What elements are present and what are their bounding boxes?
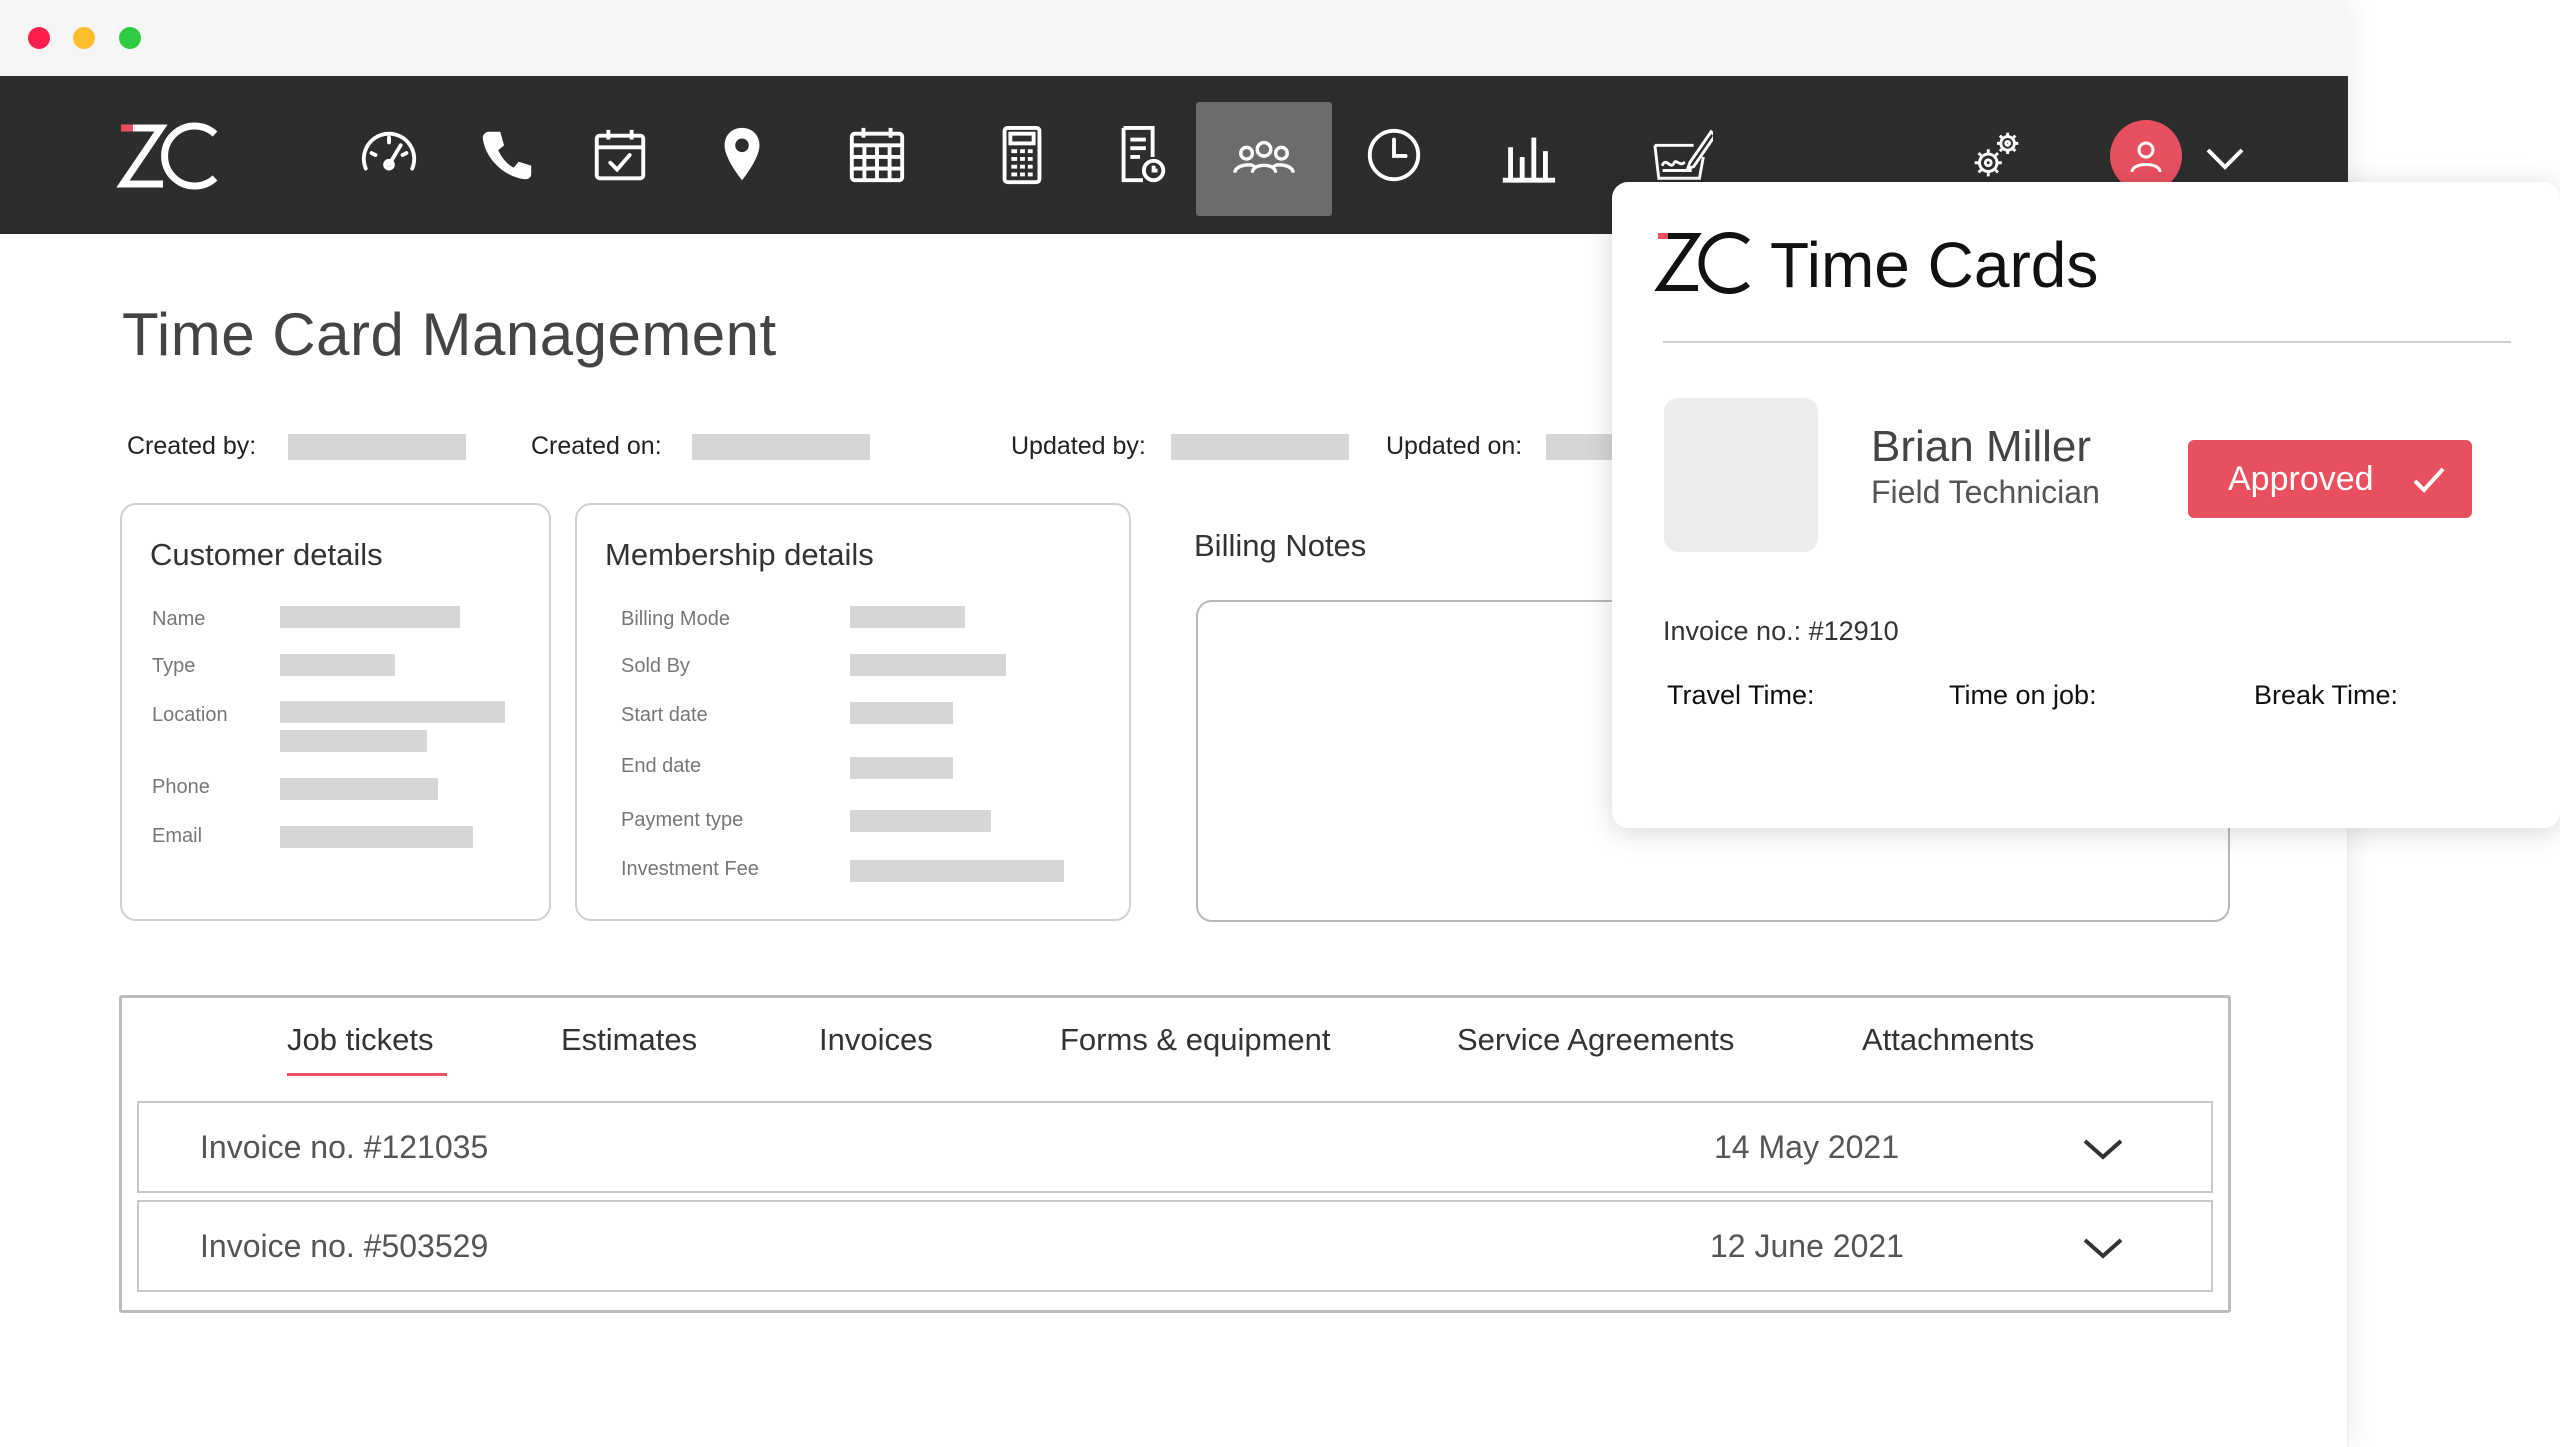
location-pin-icon[interactable] xyxy=(674,76,810,234)
customer-name-value xyxy=(280,606,460,628)
page-title: Time Card Management xyxy=(122,301,777,368)
customer-phone-label: Phone xyxy=(152,776,210,798)
chevron-down-icon[interactable] xyxy=(2079,1125,2127,1173)
zc-logo[interactable] xyxy=(115,120,220,192)
calendar-check-icon[interactable] xyxy=(552,76,688,234)
customer-details-card: Customer details Name Type Location Phon… xyxy=(120,503,551,921)
maximize-window-button[interactable] xyxy=(119,27,141,49)
invoice-date: 12 June 2021 xyxy=(1710,1228,1904,1264)
customer-location-value-line2 xyxy=(280,730,427,752)
created-on-value xyxy=(692,434,870,460)
time-on-job-label: Time on job: xyxy=(1949,680,2097,710)
time-card-popup: Time Cards Brian Miller Field Technician… xyxy=(1612,182,2560,828)
customer-location-value xyxy=(280,701,505,723)
close-window-button[interactable] xyxy=(28,27,50,49)
sold-by-label: Sold By xyxy=(621,655,690,677)
payment-type-label: Payment type xyxy=(621,809,744,831)
user-icon xyxy=(2130,141,2162,173)
sold-by-value xyxy=(850,654,1006,676)
calculator-icon[interactable] xyxy=(954,76,1090,234)
invoice-number: Invoice no. #503529 xyxy=(200,1228,489,1264)
tab-forms-equipment[interactable]: Forms & equipment xyxy=(1060,1022,1331,1058)
updated-on-value xyxy=(1546,434,1616,460)
customer-details-title: Customer details xyxy=(150,537,383,572)
break-time-label: Break Time: xyxy=(2254,680,2399,710)
travel-time-label: Travel Time: xyxy=(1667,680,1815,710)
membership-details-card: Membership details Billing Mode Sold By … xyxy=(575,503,1131,921)
customer-phone-value xyxy=(280,778,438,800)
tab-job-tickets[interactable]: Job tickets xyxy=(287,1022,433,1058)
customer-type-value xyxy=(280,654,395,676)
customer-location-label: Location xyxy=(152,704,228,726)
popup-title: Time Cards xyxy=(1770,229,2099,301)
calendar-grid-icon[interactable] xyxy=(809,76,945,234)
customer-type-label: Type xyxy=(152,655,196,677)
billing-mode-value xyxy=(850,606,965,628)
clock-icon[interactable] xyxy=(1326,76,1462,234)
employee-role: Field Technician xyxy=(1871,474,2100,510)
invoice-number: Invoice no. #121035 xyxy=(200,1129,489,1165)
tab-estimates[interactable]: Estimates xyxy=(561,1022,697,1058)
tab-attachments[interactable]: Attachments xyxy=(1862,1022,2034,1058)
document-icon[interactable] xyxy=(1073,76,1209,234)
employee-name: Brian Miller xyxy=(1871,422,2092,471)
bar-chart-icon[interactable] xyxy=(1460,76,1596,234)
team-icon[interactable] xyxy=(1196,102,1332,216)
minimize-window-button[interactable] xyxy=(73,27,95,49)
customer-email-label: Email xyxy=(152,825,203,847)
chevron-down-icon[interactable] xyxy=(2200,134,2250,184)
dashboard-icon[interactable] xyxy=(321,76,457,234)
created-by-value xyxy=(288,434,466,460)
popup-invoice-number: Invoice no.: #12910 xyxy=(1663,616,1899,646)
popup-divider xyxy=(1663,341,2511,343)
customer-email-value xyxy=(280,826,473,848)
updated-on-label: Updated on: xyxy=(1386,432,1523,460)
start-date-label: Start date xyxy=(621,704,708,726)
updated-by-value xyxy=(1171,434,1349,460)
invoice-date: 14 May 2021 xyxy=(1714,1129,1900,1165)
zc-logo xyxy=(1654,232,1750,294)
billing-mode-label: Billing Mode xyxy=(621,608,730,630)
end-date-value xyxy=(850,757,953,779)
billing-notes-title: Billing Notes xyxy=(1194,528,1367,563)
employee-photo xyxy=(1664,398,1818,552)
approved-label: Approved xyxy=(2228,459,2374,498)
checkmark-icon xyxy=(2413,467,2445,493)
created-by-label: Created by: xyxy=(127,432,257,460)
created-on-label: Created on: xyxy=(531,432,662,460)
tab-service-agreements[interactable]: Service Agreements xyxy=(1457,1022,1734,1058)
start-date-value xyxy=(850,702,953,724)
end-date-label: End date xyxy=(621,755,702,777)
updated-by-label: Updated by: xyxy=(1011,432,1146,460)
approved-status-button[interactable]: Approved xyxy=(2188,440,2472,518)
invoice-row[interactable]: Invoice no. #121035 14 May 2021 xyxy=(137,1101,2213,1193)
title-bar xyxy=(0,0,2348,76)
chevron-down-icon[interactable] xyxy=(2079,1224,2127,1272)
investment-fee-value xyxy=(850,860,1064,882)
active-tab-indicator xyxy=(287,1073,447,1076)
membership-details-title: Membership details xyxy=(605,537,874,572)
invoice-row[interactable]: Invoice no. #503529 12 June 2021 xyxy=(137,1200,2213,1292)
payment-type-value xyxy=(850,810,991,832)
tab-invoices[interactable]: Invoices xyxy=(819,1022,933,1058)
customer-name-label: Name xyxy=(152,608,206,630)
investment-fee-label: Investment Fee xyxy=(621,858,759,880)
